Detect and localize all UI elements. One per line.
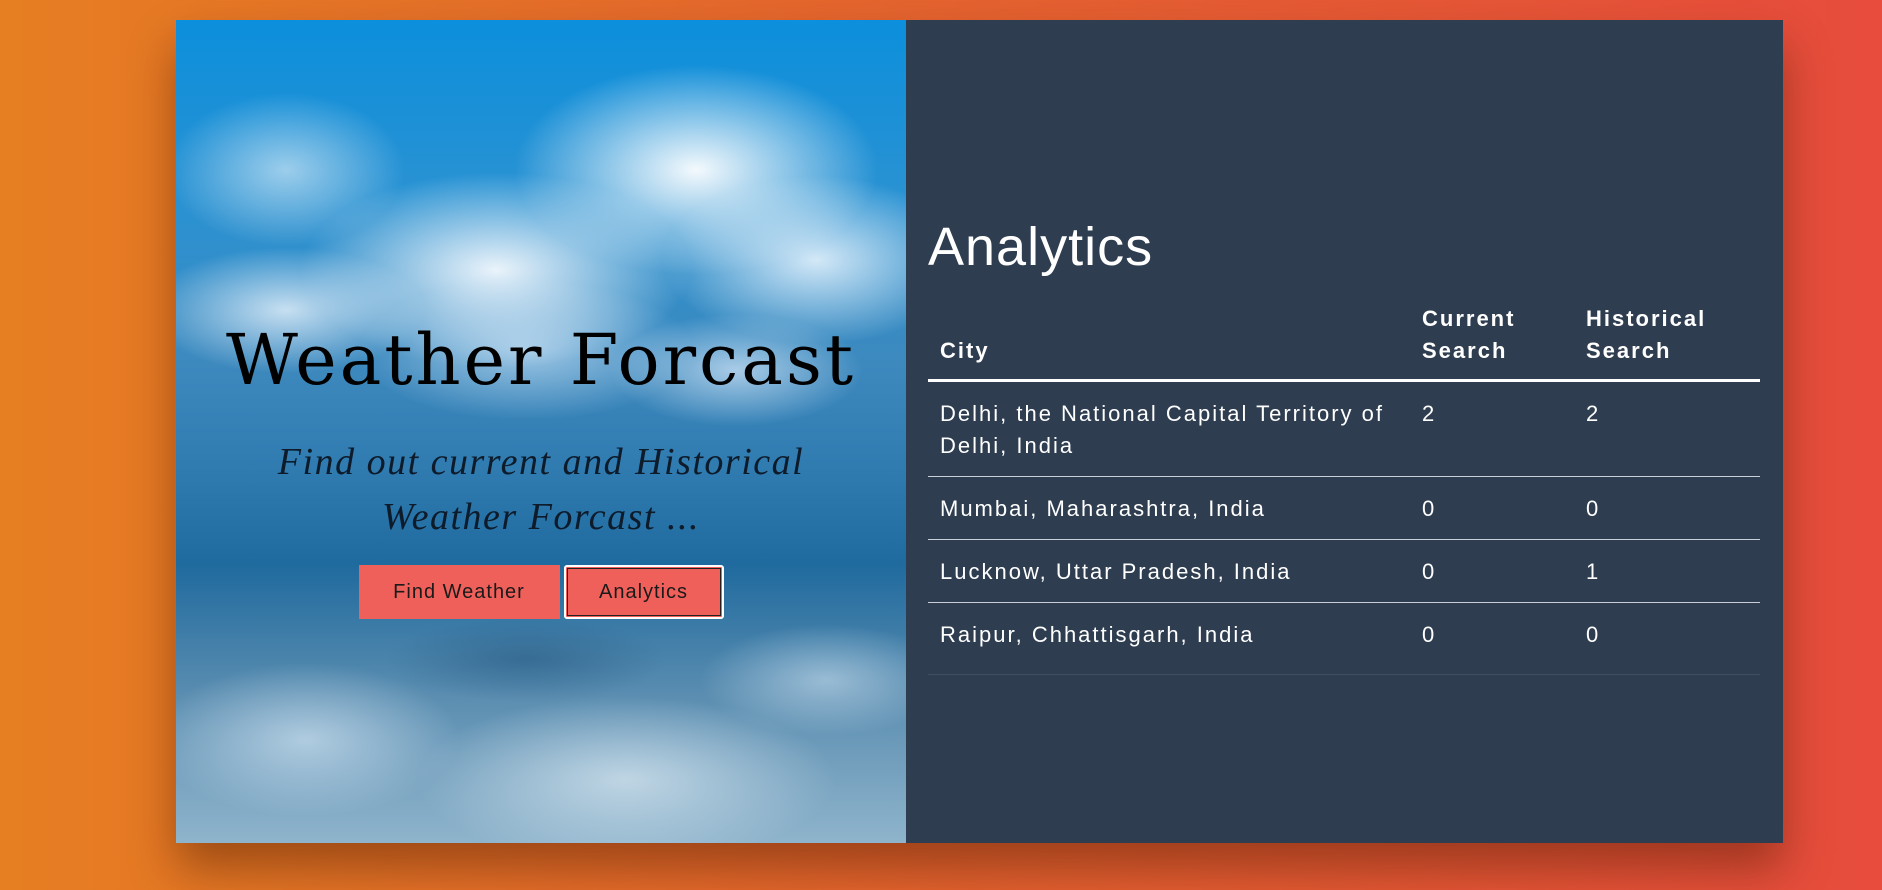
current-search-cell: 0 xyxy=(1410,539,1574,603)
table-bottom-divider xyxy=(928,674,1760,675)
hero-panel: Weather Forcast Find out current and His… xyxy=(176,20,906,843)
analytics-table: City Current Search Historical Search De… xyxy=(928,303,1760,665)
city-cell: Mumbai, Maharashtra, India xyxy=(928,476,1410,540)
table-row: Delhi, the National Capital Territory of… xyxy=(928,380,1760,477)
historical-search-cell: 2 xyxy=(1574,380,1760,477)
current-search-cell: 0 xyxy=(1410,476,1574,540)
historical-search-cell: 1 xyxy=(1574,539,1760,603)
find-weather-button[interactable]: Find Weather xyxy=(358,564,560,619)
historical-search-cell: 0 xyxy=(1574,476,1760,540)
table-row: Lucknow, Uttar Pradesh, India 0 1 xyxy=(928,539,1760,603)
analytics-panel: Analytics City Current Search Historical… xyxy=(906,20,1783,843)
column-header-historical-search: Historical Search xyxy=(1574,303,1760,382)
current-search-cell: 2 xyxy=(1410,380,1574,477)
hero-content: Weather Forcast Find out current and His… xyxy=(176,320,906,619)
current-search-cell: 0 xyxy=(1422,622,1437,647)
historical-search-cell: 0 xyxy=(1586,622,1601,647)
analytics-title: Analytics xyxy=(928,217,1154,277)
column-header-city: City xyxy=(928,303,1410,382)
city-cell: Delhi, the National Capital Territory of… xyxy=(928,380,1410,477)
analytics-button[interactable]: Analytics xyxy=(563,564,724,619)
hero-button-group: Find Weather Analytics xyxy=(176,564,906,619)
table-row: Raipur, Chhattisgarh, India 0 0 xyxy=(928,603,1760,666)
hero-subtitle: Find out current and Historical Weather … xyxy=(277,440,805,538)
column-header-current-search: Current Search xyxy=(1410,303,1574,382)
hero-title: Weather Forcast xyxy=(225,319,857,401)
city-cell: Lucknow, Uttar Pradesh, India xyxy=(928,539,1410,603)
city-cell: Raipur, Chhattisgarh, India xyxy=(940,622,1255,647)
main-card: Weather Forcast Find out current and His… xyxy=(176,20,1783,843)
table-row: Mumbai, Maharashtra, India 0 0 xyxy=(928,476,1760,540)
table-header-row: City Current Search Historical Search xyxy=(928,303,1760,382)
